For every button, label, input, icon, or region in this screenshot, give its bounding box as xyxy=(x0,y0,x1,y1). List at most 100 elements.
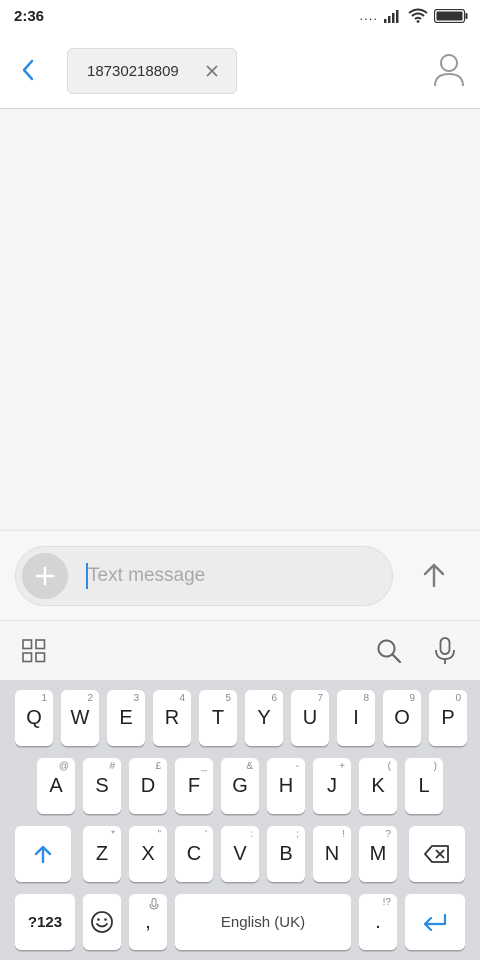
key-label: T xyxy=(211,706,225,729)
key-label: Y xyxy=(257,706,271,729)
key-f[interactable]: _ F xyxy=(175,758,213,814)
key-hint: 0 xyxy=(455,693,461,704)
remove-recipient-button[interactable] xyxy=(202,61,222,81)
key-hint: ) xyxy=(433,761,437,772)
key-z[interactable]: * Z xyxy=(83,826,121,882)
smiley-icon xyxy=(91,911,113,933)
conversation-area xyxy=(0,110,480,530)
attach-button[interactable] xyxy=(22,553,68,599)
compose-field xyxy=(15,546,393,606)
enter-icon xyxy=(423,913,447,931)
key-y[interactable]: 6Y xyxy=(245,690,283,746)
key-hint: : xyxy=(250,829,253,840)
key-hint: 2 xyxy=(87,693,93,704)
person-icon xyxy=(434,54,464,87)
back-button[interactable] xyxy=(12,54,44,86)
key-hint: !? xyxy=(382,897,391,908)
key-w[interactable]: 2W xyxy=(61,690,99,746)
signal-icon xyxy=(384,9,399,23)
key-n[interactable]: ! N xyxy=(313,826,351,882)
backspace-key[interactable] xyxy=(409,826,465,882)
key-label: O xyxy=(394,706,410,729)
chevron-left-icon xyxy=(22,59,34,81)
key-label: S xyxy=(95,774,109,797)
app-header: 18730218809 xyxy=(0,34,480,109)
key-hint: & xyxy=(246,761,253,772)
microphone-hint-icon xyxy=(149,898,159,910)
send-button[interactable] xyxy=(414,555,454,595)
key-hint: ! xyxy=(342,829,345,840)
key-j[interactable]: + J xyxy=(313,758,351,814)
key-r[interactable]: 4R xyxy=(153,690,191,746)
key-g[interactable]: & G xyxy=(221,758,259,814)
key-hint: " xyxy=(157,829,161,840)
add-contact-button[interactable] xyxy=(432,52,466,88)
space-key[interactable]: English (UK) xyxy=(175,894,351,950)
key-label: F xyxy=(187,774,201,797)
notification-dots: .... xyxy=(359,8,378,23)
key-l[interactable]: ) L xyxy=(405,758,443,814)
microphone-icon xyxy=(435,637,455,664)
plus-icon xyxy=(35,566,55,586)
key-t[interactable]: 5T xyxy=(199,690,237,746)
key-hint: ' xyxy=(205,829,207,840)
key-hint: 3 xyxy=(133,693,139,704)
key-label: U xyxy=(302,706,318,729)
key-hint: ? xyxy=(385,829,391,840)
key-label: N xyxy=(324,842,340,865)
key-label: A xyxy=(49,774,63,797)
key-label: X xyxy=(141,842,155,865)
voice-input-button[interactable] xyxy=(434,637,456,665)
battery-icon xyxy=(434,8,468,23)
key-s[interactable]: # S xyxy=(83,758,121,814)
key-h[interactable]: -H xyxy=(267,758,305,814)
key-hint: - xyxy=(295,761,299,772)
key-hint: ( xyxy=(387,761,391,772)
key-e[interactable]: 3E xyxy=(107,690,145,746)
keyboard: 1Q 2W 3E 4R 5T 6Y 7U 8I 9O 0P @ A # S £ D _… xyxy=(0,680,480,960)
keyboard-apps-button[interactable] xyxy=(22,639,46,663)
symbols-key[interactable]: ?123 xyxy=(15,894,75,950)
key-o[interactable]: 9O xyxy=(383,690,421,746)
key-hint: £ xyxy=(155,761,161,772)
wifi-icon xyxy=(408,8,428,23)
key-label: ?123 xyxy=(27,913,63,931)
key-hint: 9 xyxy=(409,693,415,704)
key-k[interactable]: (K xyxy=(359,758,397,814)
key-hint: # xyxy=(109,761,115,772)
key-m[interactable]: ? M xyxy=(359,826,397,882)
grid-icon xyxy=(22,639,46,663)
key-u[interactable]: 7U xyxy=(291,690,329,746)
key-label: I xyxy=(353,706,359,729)
period-key[interactable]: !?. xyxy=(359,894,397,950)
key-hint: 1 xyxy=(41,693,47,704)
key-label: Z xyxy=(95,842,109,865)
key-label: J xyxy=(327,774,337,797)
key-label: W xyxy=(70,706,90,729)
close-icon xyxy=(206,65,218,77)
key-label: P xyxy=(441,706,455,729)
key-i[interactable]: 8I xyxy=(337,690,375,746)
keyboard-search-button[interactable] xyxy=(376,638,402,664)
key-v[interactable]: :V xyxy=(221,826,259,882)
status-time: 2:36 xyxy=(14,8,45,25)
key-q[interactable]: 1Q xyxy=(15,690,53,746)
key-hint: _ xyxy=(201,761,207,772)
key-p[interactable]: 0P xyxy=(429,690,467,746)
search-icon xyxy=(377,639,402,664)
enter-key[interactable] xyxy=(405,894,465,950)
key-b[interactable]: ; B xyxy=(267,826,305,882)
recipient-chip[interactable]: 18730218809 xyxy=(67,48,237,94)
key-label: Q xyxy=(26,706,42,729)
comma-key[interactable]: , xyxy=(129,894,167,950)
key-c[interactable]: ' C xyxy=(175,826,213,882)
key-x[interactable]: " X xyxy=(129,826,167,882)
shift-key[interactable] xyxy=(15,826,71,882)
emoji-key[interactable] xyxy=(83,894,121,950)
key-hint: ; xyxy=(296,829,299,840)
shift-arrow-icon xyxy=(34,845,52,864)
key-a[interactable]: @ A xyxy=(37,758,75,814)
key-hint: 5 xyxy=(225,693,231,704)
key-d[interactable]: £ D xyxy=(129,758,167,814)
message-input[interactable] xyxy=(88,561,378,591)
